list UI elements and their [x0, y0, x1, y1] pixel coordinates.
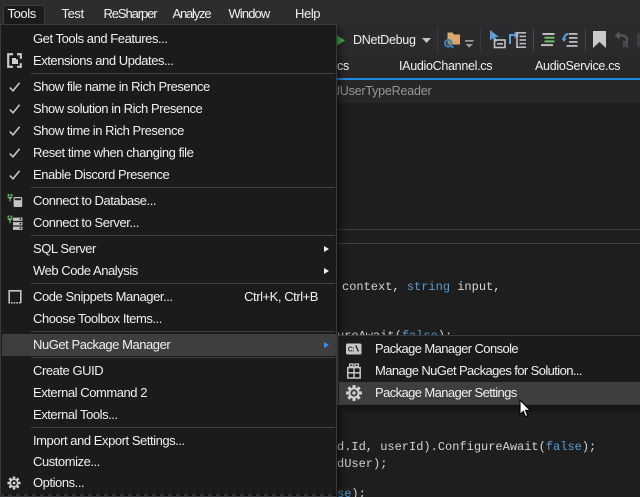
- svg-text:C:: C:: [348, 347, 354, 354]
